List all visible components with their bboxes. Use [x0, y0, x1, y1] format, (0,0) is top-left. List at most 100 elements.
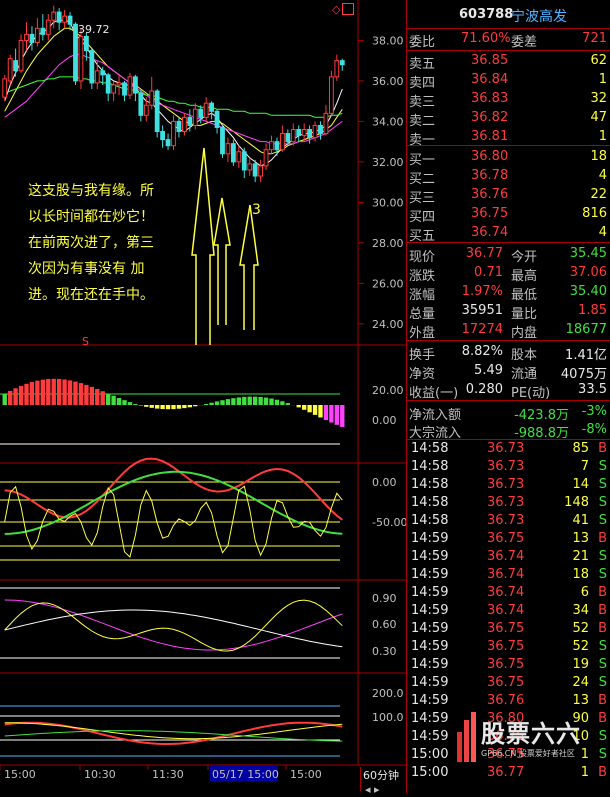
candle-body — [7, 58, 13, 82]
trade-row[interactable]: 14:59 36.75 52 B — [407, 620, 610, 638]
trade-price: 36.73 — [487, 513, 525, 528]
price-tick-label: 36.00 — [372, 75, 404, 88]
ask-price: 36.81 — [471, 129, 509, 144]
candle-body — [56, 11, 62, 23]
quote-value: 17274 — [461, 322, 503, 337]
ask-volume: 32 — [590, 91, 607, 106]
indicator-panel-2: 0.00 -50.00 — [0, 457, 407, 561]
trade-time: 14:59 — [411, 585, 449, 600]
trade-volume: 14 — [572, 477, 589, 492]
candle-body — [105, 74, 111, 94]
trade-time: 14:58 — [411, 459, 449, 474]
trade-volume: 34 — [572, 603, 589, 618]
trade-row[interactable]: 14:58 36.73 7 S — [407, 458, 610, 476]
candle-body — [45, 19, 51, 35]
trade-side: S — [598, 657, 607, 672]
trade-time: 14:59 — [411, 567, 449, 582]
trade-row[interactable]: 14:59 36.75 52 S — [407, 638, 610, 656]
ask-price: 36.85 — [471, 53, 509, 68]
trade-volume: 52 — [572, 621, 589, 636]
trade-price: 36.75 — [487, 531, 525, 546]
trade-volume: 41 — [572, 513, 589, 528]
bid-price: 36.74 — [471, 225, 509, 240]
ind3-white-line — [4, 609, 343, 648]
bid-volume: 4 — [598, 168, 607, 183]
annotation-line-5: 进。现在还在手中。 — [28, 287, 154, 303]
trade-price: 36.75 — [487, 639, 525, 654]
ind2-red-line — [4, 457, 343, 521]
candle-body — [78, 35, 84, 82]
ind3-tick-label: 0.30 — [372, 645, 397, 658]
trade-row[interactable]: 14:59 36.74 18 S — [407, 566, 610, 584]
candle-body — [203, 102, 209, 118]
annotation-box: 这支股与我有缘。所 以长时间都在炒它！ 在前两次进了，第三 次因为有事没有 加 … — [28, 178, 198, 308]
bid-price: 36.75 — [471, 206, 509, 221]
trade-side: B — [598, 603, 607, 618]
watermark-bars-icon — [457, 712, 479, 762]
candle-body — [334, 60, 340, 78]
quote-value: 37.06 — [569, 265, 607, 280]
trade-row[interactable]: 14:59 36.74 34 B — [407, 602, 610, 620]
candle-body — [67, 15, 73, 25]
candle-body — [209, 102, 215, 112]
trade-row[interactable]: 14:58 36.73 85 B — [407, 440, 610, 458]
candle-body — [149, 90, 155, 106]
ind1-tick-label: 0.00 — [372, 414, 397, 427]
trade-row[interactable]: 14:58 36.73 41 S — [407, 512, 610, 530]
trade-price: 36.73 — [487, 441, 525, 456]
watermark-main: 股票六六 — [481, 720, 581, 748]
ind4-red-line — [4, 721, 343, 745]
ind3-tick-label: 0.90 — [372, 592, 397, 605]
candle-body — [279, 133, 285, 151]
candle-body — [176, 120, 182, 133]
fundamental-value: 8.82% — [461, 344, 503, 359]
candle-body — [247, 163, 253, 171]
trade-time: 14:59 — [411, 621, 449, 636]
wei-bi-label: 委比 — [409, 35, 436, 50]
quote-row: 外盘 17274 内盘 18677 — [407, 319, 610, 341]
trade-row[interactable]: 14:59 36.75 24 S — [407, 674, 610, 692]
trade-row[interactable]: 14:58 36.73 14 S — [407, 476, 610, 494]
ask-price: 36.83 — [471, 91, 509, 106]
trade-row[interactable]: 14:59 36.74 21 S — [407, 548, 610, 566]
ind2-tick-label: 0.00 — [372, 476, 397, 489]
annotation-line-1: 这支股与我有缘。所 — [28, 183, 154, 199]
window-toggle-icon[interactable] — [342, 3, 354, 15]
trade-row[interactable]: 14:59 36.75 13 B — [407, 530, 610, 548]
trade-time: 14:59 — [411, 693, 449, 708]
trade-volume: 18 — [572, 567, 589, 582]
fundamental-value: 33.5 — [578, 382, 607, 397]
trade-row[interactable]: 14:59 36.75 19 S — [407, 656, 610, 674]
candle-body — [290, 128, 296, 143]
trade-volume: 7 — [580, 459, 589, 474]
trade-row[interactable]: 14:59 36.74 6 B — [407, 584, 610, 602]
trade-side: S — [598, 675, 607, 690]
kline-chart-area[interactable]: 38.00 36.00 34.00 32.00 30.00 28.00 26.00 24.00… — [0, 0, 407, 796]
candle-body — [181, 116, 187, 133]
annotation-line-2: 以长时间都在炒它！ — [28, 209, 154, 225]
candle-body — [51, 11, 57, 21]
candle-body — [116, 82, 122, 86]
fundamental-row: 收益(一) 0.280 PE(动) 33.5 — [407, 379, 610, 401]
trade-side: S — [598, 459, 607, 474]
trade-volume: 148 — [564, 495, 589, 510]
bid-price: 36.76 — [471, 187, 509, 202]
ind3-yellow-line — [4, 599, 343, 652]
trade-price: 36.73 — [487, 477, 525, 492]
ma-line-ma60 — [4, 76, 343, 118]
price-tick-label: 30.00 — [372, 196, 404, 209]
trade-price: 36.74 — [487, 567, 525, 582]
trade-price: 36.75 — [487, 621, 525, 636]
candle-body — [269, 141, 274, 151]
diamond-marker-icon[interactable]: ◇ — [332, 3, 340, 16]
stock-name: 宁波高发 — [511, 9, 567, 25]
trade-price: 36.75 — [487, 675, 525, 690]
trade-time: 14:59 — [411, 729, 449, 744]
price-tick-label: 24.00 — [372, 318, 404, 331]
trade-row[interactable]: 14:58 36.73 148 S — [407, 494, 610, 512]
trade-volume: 24 — [572, 675, 589, 690]
quote-value: 35951 — [461, 303, 503, 318]
period-selector[interactable]: 60分钟 ◂ ▸ — [360, 767, 405, 796]
trade-side: B — [598, 531, 607, 546]
candle-body — [171, 120, 176, 147]
